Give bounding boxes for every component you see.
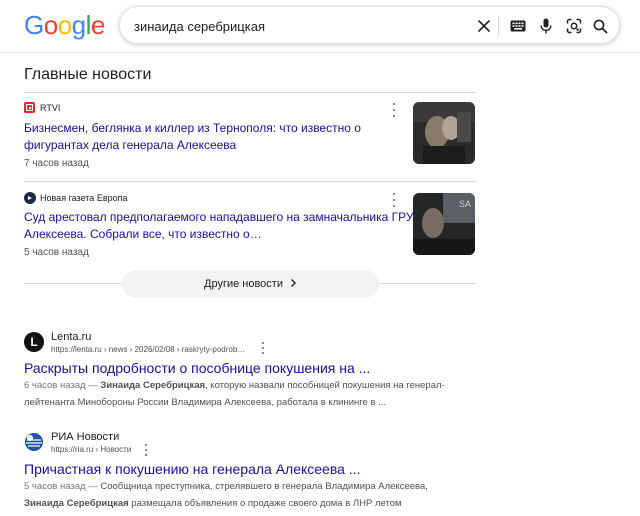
result-snippet: 6 часов назад — Зинаида Серебрицкая, кот… [24, 377, 464, 411]
result-title-link[interactable]: Причастная к покушению на генерала Алекс… [24, 460, 360, 478]
divider [379, 283, 477, 284]
site-url[interactable]: https://lenta.ru › news › 2026/02/08 › r… [51, 344, 245, 355]
close-icon[interactable] [474, 16, 494, 36]
site-name[interactable]: Lenta.ru [51, 330, 91, 344]
svg-text:SA: SA [459, 199, 471, 209]
more-options-icon[interactable] [389, 193, 399, 207]
news-title-link[interactable]: Бизнесмен, беглянка и киллер из Тернопол… [24, 120, 414, 154]
logo-letter: g [71, 10, 86, 40]
news-time: 7 часов назад [24, 158, 89, 169]
google-logo[interactable]: Google [24, 11, 105, 39]
result-snippet: 5 часов назад — Сообщница преступника, с… [24, 478, 464, 512]
search-icon[interactable] [590, 16, 610, 36]
header-divider [0, 52, 640, 53]
search-box [119, 6, 620, 44]
divider [24, 181, 477, 182]
snippet-text: Сообщница преступника, стрелявшего в ген… [100, 481, 428, 492]
result-title-link[interactable]: Раскрыты подробности о пособнице покушен… [24, 359, 370, 377]
novaya-gazeta-logo-icon [24, 192, 36, 204]
news-source: Новая газета Европа [40, 193, 128, 203]
more-news-label: Другие новости [204, 278, 283, 290]
google-lens-icon[interactable] [564, 16, 584, 36]
snippet-highlight: Зинаида Серебрицкая [100, 380, 206, 391]
logo-letter: o [43, 10, 58, 40]
news-source: RTVI [40, 103, 61, 113]
more-news-button[interactable]: Другие новости [122, 270, 379, 298]
more-options-icon[interactable] [141, 444, 151, 456]
lenta-favicon-letter: L [30, 335, 38, 349]
snippet-text: размещала объявления о продаже своего до… [128, 498, 402, 509]
logo-letter: o [57, 10, 72, 40]
site-url[interactable]: https://ria.ru › Новости [51, 444, 131, 455]
news-thumbnail[interactable] [413, 102, 475, 164]
snippet-date: 6 часов назад — [24, 380, 101, 391]
search-input[interactable] [134, 16, 464, 36]
search-divider [498, 16, 499, 36]
section-title: Главные новости [24, 66, 152, 83]
divider [24, 283, 122, 284]
rtvi-logo-icon [24, 102, 35, 113]
news-thumbnail[interactable]: SA [413, 193, 475, 255]
logo-letter: G [24, 10, 44, 40]
news-title-link[interactable]: Суд арестовал предполагаемого нападавшег… [24, 209, 414, 243]
site-favicon[interactable] [24, 432, 44, 452]
chevron-right-icon [289, 275, 297, 293]
snippet-date: 5 часов назад — [24, 481, 101, 492]
divider [24, 92, 477, 93]
site-favicon[interactable]: L [24, 332, 44, 352]
site-name[interactable]: РИА Новости [51, 430, 119, 444]
news-time: 5 часов назад [24, 247, 89, 258]
more-options-icon[interactable] [258, 342, 268, 354]
snippet-highlight: Зинаида Серебрицкая [24, 498, 129, 509]
more-options-icon[interactable] [389, 103, 399, 117]
microphone-icon[interactable] [536, 16, 556, 36]
logo-letter: e [90, 10, 105, 40]
keyboard-icon[interactable] [508, 16, 528, 36]
